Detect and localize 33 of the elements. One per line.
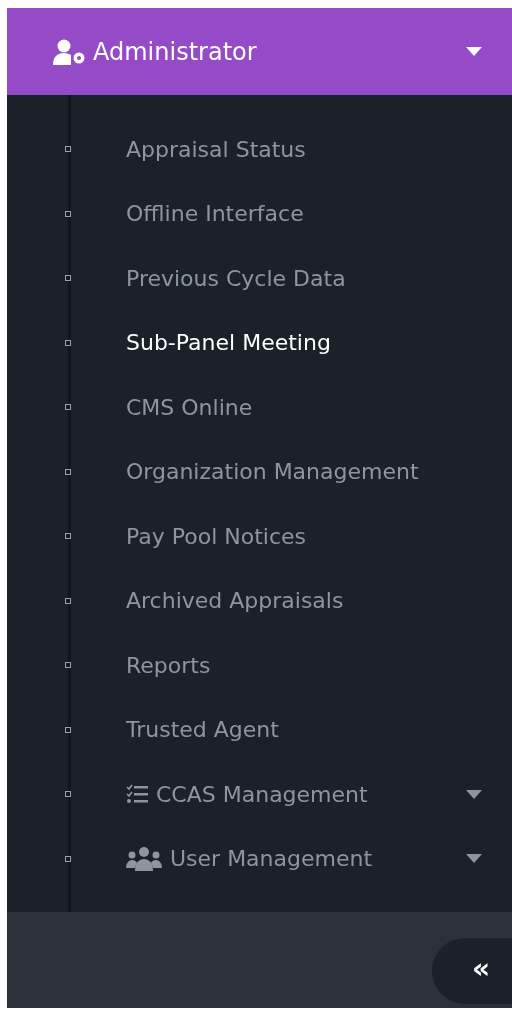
menu-item[interactable]: Offline Interface: [126, 201, 512, 227]
menu-item[interactable]: Previous Cycle Data: [126, 265, 512, 291]
bullet-icon: [65, 662, 71, 669]
menu-header[interactable]: Administrator: [7, 8, 512, 95]
menu-item[interactable]: User Management: [126, 845, 512, 872]
bullet-icon: [65, 533, 71, 540]
collapse-button[interactable]: «: [432, 938, 512, 1004]
caret-down-icon: [466, 789, 482, 799]
menu-item[interactable]: Appraisal Status: [126, 136, 512, 162]
menu-item[interactable]: Archived Appraisals: [126, 588, 512, 614]
menu-item[interactable]: Organization Management: [126, 459, 512, 485]
menu-item[interactable]: Sub-Panel Meeting: [126, 330, 512, 356]
menu-item[interactable]: Pay Pool Notices: [126, 523, 512, 549]
menu-item[interactable]: CMS Online: [126, 394, 512, 420]
caret-down-icon: [466, 854, 482, 864]
menu-item[interactable]: Reports: [126, 652, 512, 678]
bullet-icon: [65, 404, 71, 411]
bullet-icon: [65, 855, 71, 862]
menu-item[interactable]: Trusted Agent: [126, 717, 512, 743]
bullet-icon: [65, 597, 71, 604]
bullet-icon: [65, 210, 71, 217]
caret-down-icon: [466, 47, 482, 56]
menu-item[interactable]: CCAS Management: [126, 781, 512, 807]
bullet-icon: [65, 468, 71, 475]
users-icon: [126, 845, 162, 872]
bullet-icon: [65, 791, 71, 798]
bullet-icon: [65, 275, 71, 282]
menu-title: Administrator: [93, 37, 258, 66]
checklist-icon: [126, 784, 148, 805]
bullet-icon: [65, 146, 71, 153]
user-gear-icon: [53, 38, 87, 65]
bullet-icon: [65, 726, 71, 733]
bullet-icon: [65, 339, 71, 346]
